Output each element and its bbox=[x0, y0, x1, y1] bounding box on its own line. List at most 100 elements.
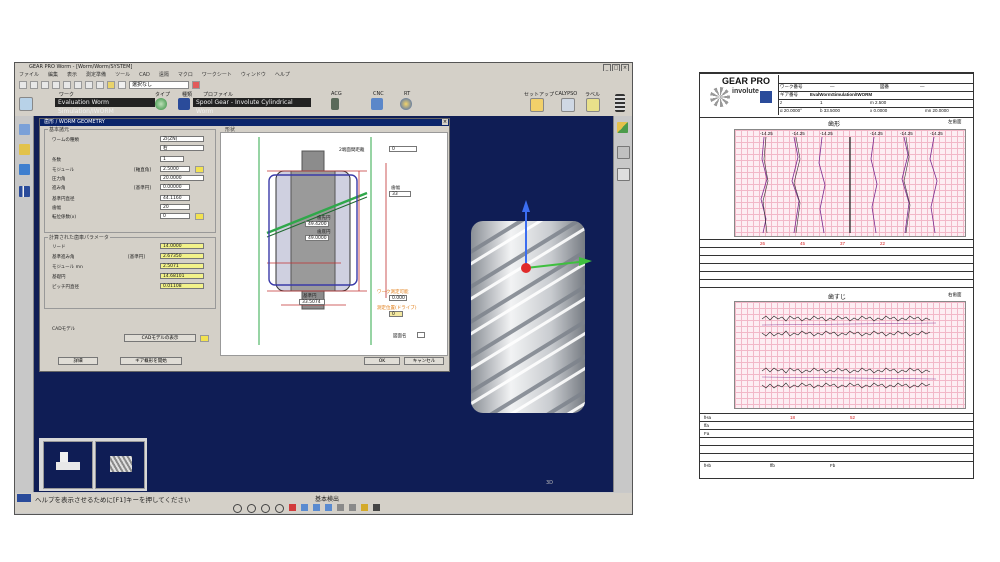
template-icon[interactable] bbox=[19, 144, 30, 155]
sketch-top-input[interactable]: 0 bbox=[389, 146, 417, 152]
profile-val-3: -14.25 bbox=[820, 131, 833, 136]
dialog-close-button[interactable]: × bbox=[442, 119, 448, 125]
module-input[interactable]: 2.5000 bbox=[160, 166, 190, 172]
zoom-window-icon[interactable] bbox=[275, 504, 284, 513]
shift-input[interactable]: 0 bbox=[160, 213, 190, 219]
model-icon[interactable] bbox=[19, 124, 30, 135]
lead-angle-input[interactable]: 0.00000 bbox=[160, 184, 190, 190]
kind-icon[interactable] bbox=[178, 98, 190, 110]
starts-input[interactable]: 1 bbox=[160, 156, 184, 162]
pan-icon[interactable] bbox=[337, 504, 344, 511]
work-field[interactable]: Evaluation Worm Simulation/IWORM bbox=[55, 98, 155, 115]
menu-macro[interactable]: マクロ bbox=[178, 71, 193, 79]
show-cad-model-button[interactable]: CADモデルの表示 bbox=[124, 334, 196, 342]
kind-label: 種類 bbox=[182, 92, 193, 98]
selection-dropdown[interactable]: 選択なし bbox=[129, 80, 189, 89]
help-icon[interactable] bbox=[96, 80, 104, 89]
zoom-in-icon[interactable] bbox=[247, 504, 256, 513]
calc-pitch-diameter-value: 0.01108 bbox=[160, 283, 204, 289]
menu-remote[interactable]: 遠隔 bbox=[159, 71, 169, 79]
report-brand: GEAR PRO bbox=[722, 76, 771, 86]
cnc-icon[interactable] bbox=[371, 98, 383, 110]
orientation-icon[interactable] bbox=[617, 122, 628, 133]
result-icon[interactable] bbox=[586, 98, 600, 112]
measure-icon[interactable] bbox=[19, 97, 33, 111]
rt-icon[interactable] bbox=[400, 98, 412, 110]
print-icon[interactable] bbox=[85, 80, 93, 89]
zoom-out-icon[interactable] bbox=[261, 504, 270, 513]
menu-setup[interactable]: 測定準備 bbox=[86, 71, 106, 79]
shading-icon[interactable] bbox=[361, 504, 368, 511]
rotate-icon[interactable] bbox=[289, 504, 296, 511]
folder-icon[interactable] bbox=[107, 80, 115, 89]
calc-label-ref-lead-angle: 基準進み角 bbox=[52, 255, 75, 260]
top-view-icon[interactable] bbox=[325, 504, 332, 511]
cancel-button[interactable]: キャンセル bbox=[404, 357, 444, 365]
list-icon[interactable] bbox=[617, 168, 630, 181]
menu-edit[interactable]: 編集 bbox=[48, 71, 58, 79]
front-view-icon[interactable] bbox=[301, 504, 308, 511]
cad-model-icon[interactable] bbox=[200, 335, 209, 342]
sketch-shaft-input-2[interactable]: 0 bbox=[389, 311, 403, 317]
profile-chart bbox=[760, 136, 938, 234]
hand-select[interactable]: 右 bbox=[160, 145, 204, 151]
open-file-icon[interactable] bbox=[30, 80, 38, 89]
report-row3-a: z bbox=[780, 100, 783, 105]
delete-icon[interactable] bbox=[192, 80, 200, 89]
move-icon[interactable] bbox=[349, 504, 356, 511]
face-width-input[interactable]: 20 bbox=[160, 204, 190, 210]
menu-view[interactable]: 表示 bbox=[67, 71, 77, 79]
calc-ref-lead-angle-value: 2.67350 bbox=[160, 253, 204, 259]
menu-file[interactable]: ファイル bbox=[19, 71, 39, 79]
paste-icon[interactable] bbox=[74, 80, 82, 89]
sketch-root-input[interactable]: 49.0000 bbox=[305, 235, 329, 241]
fit-view-icon[interactable] bbox=[233, 504, 242, 513]
ok-button[interactable]: OK bbox=[364, 357, 400, 365]
report-row3-b: 1 bbox=[820, 100, 823, 105]
thumbnail-assembly[interactable] bbox=[43, 441, 93, 489]
copy-view-icon[interactable] bbox=[617, 146, 630, 159]
shift-calc-button[interactable] bbox=[195, 213, 204, 220]
menu-window[interactable]: ウィンドウ bbox=[241, 71, 266, 79]
menu-help[interactable]: ヘルプ bbox=[275, 71, 290, 79]
report-row1-d: — bbox=[920, 84, 925, 89]
sketch-pitch-input[interactable]: 33.5074 bbox=[299, 299, 325, 305]
type-gear-icon[interactable] bbox=[155, 98, 167, 110]
cnc-label: CNC bbox=[373, 91, 384, 97]
start-gear-outline-button[interactable]: ギア概形を開始 bbox=[120, 357, 182, 365]
zeiss-report-logo bbox=[760, 91, 772, 103]
cut-icon[interactable] bbox=[52, 80, 60, 89]
calc-label-base-circle: 基礎円 bbox=[52, 275, 66, 280]
acg-icon[interactable] bbox=[331, 98, 339, 110]
sketch-check-box[interactable] bbox=[417, 332, 425, 338]
pointer-icon[interactable] bbox=[118, 80, 126, 89]
calypso-icon[interactable] bbox=[561, 98, 575, 112]
module-calc-button[interactable] bbox=[195, 166, 204, 173]
ref-diameter-input[interactable]: 44.1160 bbox=[160, 195, 190, 201]
report-row4-d: mn 20.0000 bbox=[925, 108, 949, 113]
sketch-shaft-input-1[interactable]: 0.000 bbox=[389, 295, 407, 301]
thumbnail-worm[interactable] bbox=[95, 441, 145, 489]
status-help-text: ヘルプを表示させるために[F1]キーを押してください bbox=[35, 496, 191, 504]
side-view-icon[interactable] bbox=[313, 504, 320, 511]
copy-icon[interactable] bbox=[63, 80, 71, 89]
field-label-lead-angle: 進み角 bbox=[52, 186, 66, 191]
chart-icon[interactable] bbox=[19, 186, 30, 197]
dialog-title: 歯形 / WORM GEOMETRY bbox=[44, 119, 105, 125]
sketch-tip-input[interactable]: 49.4200 bbox=[305, 221, 329, 227]
pressure-angle-input[interactable]: 20.0000 bbox=[160, 175, 204, 181]
menu-worksheet[interactable]: ワークシート bbox=[202, 71, 232, 79]
details-button[interactable]: 詳細 bbox=[58, 357, 98, 365]
ruler-icon[interactable] bbox=[615, 94, 625, 112]
table-icon[interactable] bbox=[19, 164, 30, 175]
lead-footer-2: ffa bbox=[704, 423, 709, 428]
setup-icon[interactable] bbox=[530, 98, 544, 112]
menu-cad[interactable]: CAD bbox=[139, 71, 150, 79]
save-icon[interactable] bbox=[41, 80, 49, 89]
profile-field[interactable]: Spool Gear - Involute Cylindrical Worm bbox=[193, 98, 311, 115]
menu-tools[interactable]: ツール bbox=[115, 71, 130, 79]
sketch-mid-input[interactable]: 33 bbox=[389, 191, 411, 197]
worm-type-select[interactable]: ZI(ZN) bbox=[160, 136, 204, 142]
render-icon[interactable] bbox=[373, 504, 380, 511]
new-file-icon[interactable] bbox=[19, 80, 27, 89]
